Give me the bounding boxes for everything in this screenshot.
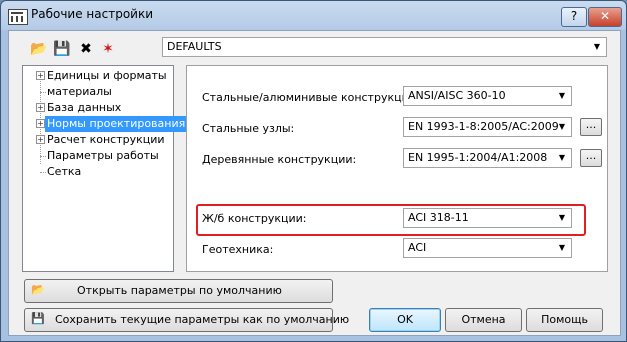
timber-more-button[interactable]: ... — [580, 149, 602, 167]
cancel-button[interactable]: Отмена — [445, 308, 522, 332]
save-defaults-icon: 💾 — [31, 312, 45, 325]
open-folder-icon[interactable]: 📂 — [29, 40, 49, 58]
dialog-body: 📂 💾 ✖ ✶ DEFAULTS ▼ + Единицы и форматы м… — [8, 30, 621, 336]
chevron-down-icon: ▼ — [558, 122, 566, 131]
title-bar: Рабочие настройки ? ✕ — [1, 1, 626, 31]
help-button[interactable]: Помощь — [526, 308, 603, 332]
steel-connections-label: Стальные узлы: — [202, 122, 295, 135]
window-title: Рабочие настройки — [31, 7, 154, 21]
settings-window: Рабочие настройки ? ✕ 📂 💾 ✖ ✶ DEFAULTS ▼… — [0, 0, 627, 342]
profile-select-value: DEFAULTS — [167, 40, 222, 53]
chevron-down-icon: ▼ — [558, 213, 566, 222]
geotechnics-label: Геотехника: — [202, 243, 274, 256]
expand-icon[interactable]: + — [36, 103, 45, 112]
delete-icon[interactable]: ✖ — [76, 40, 96, 58]
steel-connections-code-select[interactable]: EN 1993-1-8:2005/AC:2009 ▼ — [403, 117, 572, 137]
chevron-down-icon: ▼ — [558, 153, 566, 162]
profile-select[interactable]: DEFAULTS ▼ — [162, 37, 607, 57]
save-icon[interactable]: 💾 — [52, 40, 72, 58]
expand-icon[interactable]: + — [36, 119, 45, 128]
steel-code-select[interactable]: ANSI/AISC 360-10 ▼ — [403, 86, 572, 106]
title-help-button[interactable]: ? — [561, 7, 587, 27]
ok-button[interactable]: OK — [369, 308, 441, 332]
timber-label: Деревянные конструкции: — [202, 153, 357, 166]
design-codes-panel: Стальные/алюминивые конструкции: ANSI/AI… — [186, 65, 608, 272]
open-defaults-icon: 📂 — [31, 283, 45, 296]
save-defaults-button[interactable]: 💾 Сохранить текущие параметры как по умо… — [24, 308, 349, 332]
steel-label: Стальные/алюминивые конструкции: — [202, 91, 420, 104]
timber-code-select[interactable]: EN 1995-1:2004/A1:2008 ▼ — [403, 148, 572, 168]
rc-code-select[interactable]: ACI 318-11 ▼ — [403, 208, 572, 228]
open-defaults-button[interactable]: 📂 Открыть параметры по умолчанию — [24, 279, 333, 303]
title-close-button[interactable]: ✕ — [588, 7, 622, 27]
geotechnics-code-select[interactable]: ACI ▼ — [403, 238, 572, 258]
delete-all-icon[interactable]: ✶ — [98, 40, 118, 58]
expand-icon[interactable]: + — [36, 135, 45, 144]
expand-icon[interactable]: + — [36, 71, 45, 80]
rc-label: Ж/б конструкции: — [202, 212, 307, 225]
chevron-down-icon: ▼ — [593, 42, 601, 51]
chevron-down-icon: ▼ — [558, 243, 566, 252]
app-icon — [8, 9, 28, 25]
settings-tree[interactable]: + Единицы и форматы материалы + База дан… — [22, 65, 188, 272]
steel-connections-more-button[interactable]: ... — [580, 118, 602, 136]
chevron-down-icon: ▼ — [558, 91, 566, 100]
